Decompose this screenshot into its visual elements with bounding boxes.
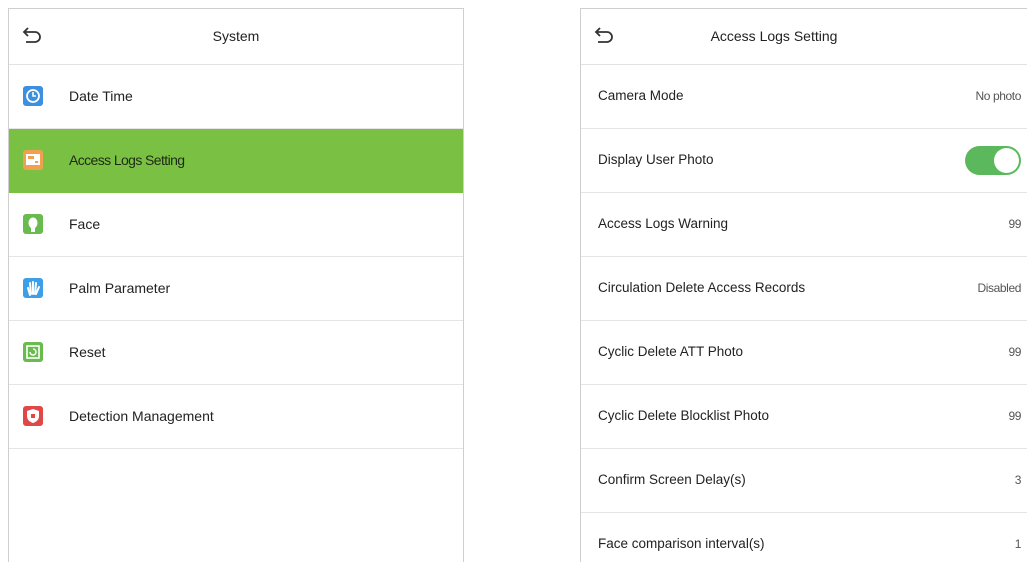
menu-item-date-time[interactable]: Date Time [9,65,463,129]
menu-item-label: Date Time [69,88,133,104]
menu-item-label: Access Logs Setting [69,152,185,168]
access-logs-icon [23,150,43,170]
menu-item-access-logs-setting[interactable]: Access Logs Setting [9,129,463,193]
clock-icon [23,86,43,106]
setting-label: Display User Photo [598,152,714,167]
access-logs-panel: Access Logs Setting Camera Mode No photo… [580,8,1027,562]
setting-label: Circulation Delete Access Records [598,280,806,295]
setting-value: 99 [1008,409,1021,423]
setting-label: Confirm Screen Delay(s) [598,472,746,487]
shield-icon [23,406,43,426]
toggle-knob [994,148,1019,173]
setting-value: 3 [1014,473,1022,487]
setting-label: Face comparison interval(s) [598,536,765,551]
menu-item-label: Face [69,216,101,232]
setting-label: Cyclic Delete ATT Photo [598,344,744,359]
page-title: System [212,28,260,44]
setting-camera-mode[interactable]: Camera Mode No photo [581,65,1027,129]
menu-item-reset[interactable]: Reset [9,321,463,385]
setting-label: Cyclic Delete Blocklist Photo [598,408,770,423]
setting-display-user-photo[interactable]: Display User Photo [581,129,1027,193]
setting-value: 1 [1014,537,1022,551]
setting-value: 99 [1008,217,1021,231]
setting-cyclic-delete-att-photo[interactable]: Cyclic Delete ATT Photo 99 [581,321,1027,385]
menu-item-palm-parameter[interactable]: Palm Parameter [9,257,463,321]
access-logs-header: Access Logs Setting [581,9,1027,65]
reset-icon [23,342,43,362]
palm-icon [23,278,43,298]
setting-confirm-screen-delay[interactable]: Confirm Screen Delay(s) 3 [581,449,1027,513]
menu-item-label: Reset [69,344,106,360]
setting-value: 99 [1008,345,1021,359]
menu-item-detection-management[interactable]: Detection Management [9,385,463,449]
display-user-photo-toggle[interactable] [965,146,1021,175]
face-icon [23,214,43,234]
setting-value: Disabled [977,281,1022,295]
menu-item-label: Detection Management [69,408,214,424]
system-panel: System Date Time Access Logs Setting Fac… [8,8,464,562]
setting-face-comparison-interval[interactable]: Face comparison interval(s) 1 [581,513,1027,562]
setting-label: Access Logs Warning [598,216,729,231]
menu-item-face[interactable]: Face [9,193,463,257]
setting-value: No photo [975,89,1021,103]
setting-circulation-delete-access-records[interactable]: Circulation Delete Access Records Disabl… [581,257,1027,321]
system-header: System [9,9,463,65]
page-title: Access Logs Setting [710,28,838,44]
menu-item-label: Palm Parameter [69,280,171,296]
setting-access-logs-warning[interactable]: Access Logs Warning 99 [581,193,1027,257]
setting-label: Camera Mode [598,88,684,103]
setting-cyclic-delete-blocklist-photo[interactable]: Cyclic Delete Blocklist Photo 99 [581,385,1027,449]
